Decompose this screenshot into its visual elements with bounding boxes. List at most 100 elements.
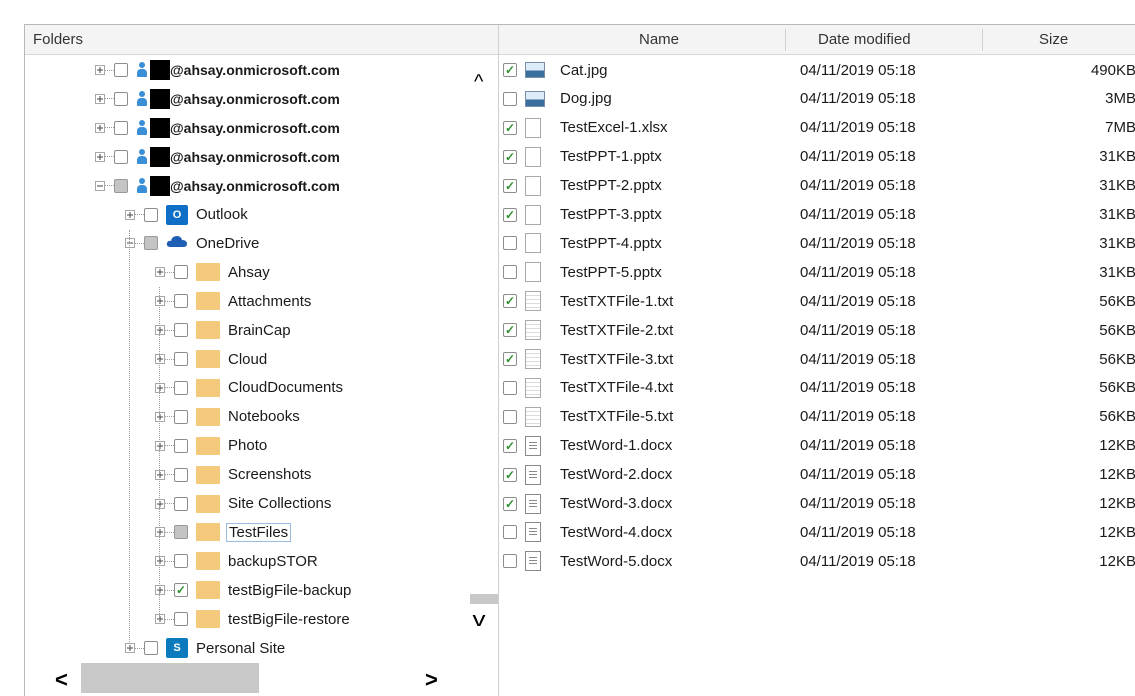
- folder-node[interactable]: Screenshots: [155, 461, 311, 489]
- node-checkbox[interactable]: [174, 612, 188, 627]
- file-checkbox[interactable]: ✓: [503, 178, 517, 193]
- expand-icon[interactable]: [155, 585, 165, 596]
- folder-node[interactable]: backupSTOR: [155, 547, 318, 575]
- node-checkbox[interactable]: [144, 207, 158, 222]
- file-checkbox[interactable]: ✓: [503, 120, 517, 135]
- folder-node[interactable]: Attachments: [155, 287, 311, 315]
- expand-icon[interactable]: [155, 556, 165, 567]
- file-row[interactable]: TestWord-4.docx 04/11/2019 05:18 12KB: [503, 518, 1135, 546]
- scroll-right-arrow-icon[interactable]: >: [425, 667, 438, 693]
- folder-node[interactable]: BrainCap: [155, 316, 291, 344]
- file-checkbox[interactable]: [503, 380, 517, 395]
- folder-node[interactable]: Photo: [155, 432, 267, 460]
- user-node[interactable]: @ahsay.onmicrosoft.com: [95, 143, 340, 171]
- node-checkbox[interactable]: [114, 91, 128, 106]
- expand-icon[interactable]: [95, 122, 105, 133]
- file-row[interactable]: ✓ Cat.jpg 04/11/2019 05:18 490KB: [503, 56, 1135, 84]
- file-checkbox[interactable]: ✓: [503, 63, 517, 77]
- file-checkbox[interactable]: [503, 236, 517, 251]
- node-checkbox[interactable]: [174, 438, 188, 453]
- user-node[interactable]: @ahsay.onmicrosoft.com: [95, 114, 340, 142]
- horizontal-scrollbar-thumb[interactable]: [81, 663, 259, 693]
- user-node[interactable]: @ahsay.onmicrosoft.com: [95, 56, 340, 84]
- folder-node[interactable]: ✓ testBigFile-backup: [155, 576, 351, 604]
- node-checkbox[interactable]: [174, 380, 188, 395]
- node-checkbox[interactable]: [144, 641, 158, 655]
- column-divider[interactable]: [785, 29, 786, 51]
- file-checkbox[interactable]: ✓: [503, 149, 517, 164]
- vertical-scrollbar-thumb[interactable]: [470, 594, 498, 604]
- expand-icon[interactable]: [155, 498, 165, 509]
- node-checkbox[interactable]: [174, 467, 188, 482]
- scroll-down-arrow-icon[interactable]: v: [473, 609, 486, 632]
- expand-icon[interactable]: [155, 296, 165, 307]
- node-checkbox[interactable]: [174, 525, 188, 540]
- scroll-up-arrow-icon[interactable]: ^: [474, 71, 483, 94]
- node-checkbox[interactable]: [174, 352, 188, 366]
- folder-node[interactable]: Cloud: [155, 345, 267, 373]
- expand-icon[interactable]: [95, 65, 105, 75]
- file-checkbox[interactable]: ✓: [503, 438, 517, 453]
- user-node[interactable]: @ahsay.onmicrosoft.com: [95, 172, 340, 200]
- node-checkbox[interactable]: [174, 265, 188, 280]
- file-row[interactable]: Dog.jpg 04/11/2019 05:18 3MB: [503, 85, 1135, 113]
- folder-node[interactable]: CloudDocuments: [155, 374, 343, 402]
- file-checkbox[interactable]: [503, 409, 517, 424]
- file-row[interactable]: ✓ TestTXTFile-3.txt 04/11/2019 05:18 56KB: [503, 345, 1135, 373]
- collapse-icon[interactable]: [95, 180, 105, 191]
- expand-icon[interactable]: [155, 354, 165, 364]
- file-row[interactable]: TestTXTFile-5.txt 04/11/2019 05:18 56KB: [503, 403, 1135, 431]
- column-divider[interactable]: [982, 29, 983, 51]
- file-row[interactable]: ✓ TestPPT-1.pptx 04/11/2019 05:18 31KB: [503, 143, 1135, 171]
- size-column-header[interactable]: Size: [1039, 25, 1068, 55]
- folder-node[interactable]: Site Collections: [155, 490, 331, 518]
- expand-icon[interactable]: [125, 209, 135, 220]
- file-row[interactable]: ✓ TestWord-2.docx 04/11/2019 05:18 12KB: [503, 461, 1135, 489]
- file-checkbox[interactable]: ✓: [503, 323, 517, 338]
- folder-node[interactable]: testBigFile-restore: [155, 605, 350, 633]
- expand-icon[interactable]: [155, 440, 165, 451]
- file-checkbox[interactable]: ✓: [503, 496, 517, 511]
- file-row[interactable]: TestPPT-5.pptx 04/11/2019 05:18 31KB: [503, 258, 1135, 286]
- expand-icon[interactable]: [155, 527, 165, 538]
- file-row[interactable]: TestTXTFile-4.txt 04/11/2019 05:18 56KB: [503, 374, 1135, 402]
- sharepoint-node[interactable]: S Personal Site: [125, 634, 285, 662]
- outlook-node[interactable]: O Outlook: [125, 201, 248, 229]
- file-checkbox[interactable]: ✓: [503, 352, 517, 366]
- expand-icon[interactable]: [155, 382, 165, 393]
- file-checkbox[interactable]: [503, 265, 517, 280]
- node-checkbox[interactable]: [114, 63, 128, 77]
- node-checkbox[interactable]: [114, 120, 128, 135]
- file-row[interactable]: TestWord-5.docx 04/11/2019 05:18 12KB: [503, 547, 1135, 575]
- file-row[interactable]: ✓ TestExcel-1.xlsx 04/11/2019 05:18 7MB: [503, 114, 1135, 142]
- folder-node[interactable]: Notebooks: [155, 403, 300, 431]
- expand-icon[interactable]: [155, 325, 165, 336]
- scroll-left-arrow-icon[interactable]: <: [55, 667, 68, 693]
- expand-icon[interactable]: [155, 267, 165, 278]
- file-checkbox[interactable]: [503, 91, 517, 106]
- node-checkbox[interactable]: [174, 323, 188, 338]
- node-checkbox[interactable]: [174, 496, 188, 511]
- expand-icon[interactable]: [155, 411, 165, 422]
- file-row[interactable]: TestPPT-4.pptx 04/11/2019 05:18 31KB: [503, 229, 1135, 257]
- file-row[interactable]: ✓ TestPPT-3.pptx 04/11/2019 05:18 31KB: [503, 201, 1135, 229]
- file-checkbox[interactable]: ✓: [503, 467, 517, 482]
- expand-icon[interactable]: [125, 643, 135, 653]
- expand-icon[interactable]: [95, 93, 105, 104]
- file-checkbox[interactable]: [503, 525, 517, 540]
- expand-icon[interactable]: [95, 151, 105, 162]
- node-checkbox[interactable]: [114, 178, 128, 193]
- file-row[interactable]: ✓ TestWord-3.docx 04/11/2019 05:18 12KB: [503, 490, 1135, 518]
- onedrive-node[interactable]: OneDrive: [125, 229, 259, 257]
- node-checkbox[interactable]: [144, 236, 158, 251]
- expand-icon[interactable]: [155, 614, 165, 625]
- file-row[interactable]: ✓ TestWord-1.docx 04/11/2019 05:18 12KB: [503, 432, 1135, 460]
- file-row[interactable]: ✓ TestPPT-2.pptx 04/11/2019 05:18 31KB: [503, 172, 1135, 200]
- file-checkbox[interactable]: [503, 554, 517, 569]
- node-checkbox[interactable]: [114, 149, 128, 164]
- file-row[interactable]: ✓ TestTXTFile-1.txt 04/11/2019 05:18 56KB: [503, 287, 1135, 315]
- date-modified-column-header[interactable]: Date modified: [818, 25, 911, 55]
- node-checkbox[interactable]: [174, 294, 188, 309]
- pane-splitter[interactable]: [498, 25, 499, 696]
- user-node[interactable]: @ahsay.onmicrosoft.com: [95, 85, 340, 113]
